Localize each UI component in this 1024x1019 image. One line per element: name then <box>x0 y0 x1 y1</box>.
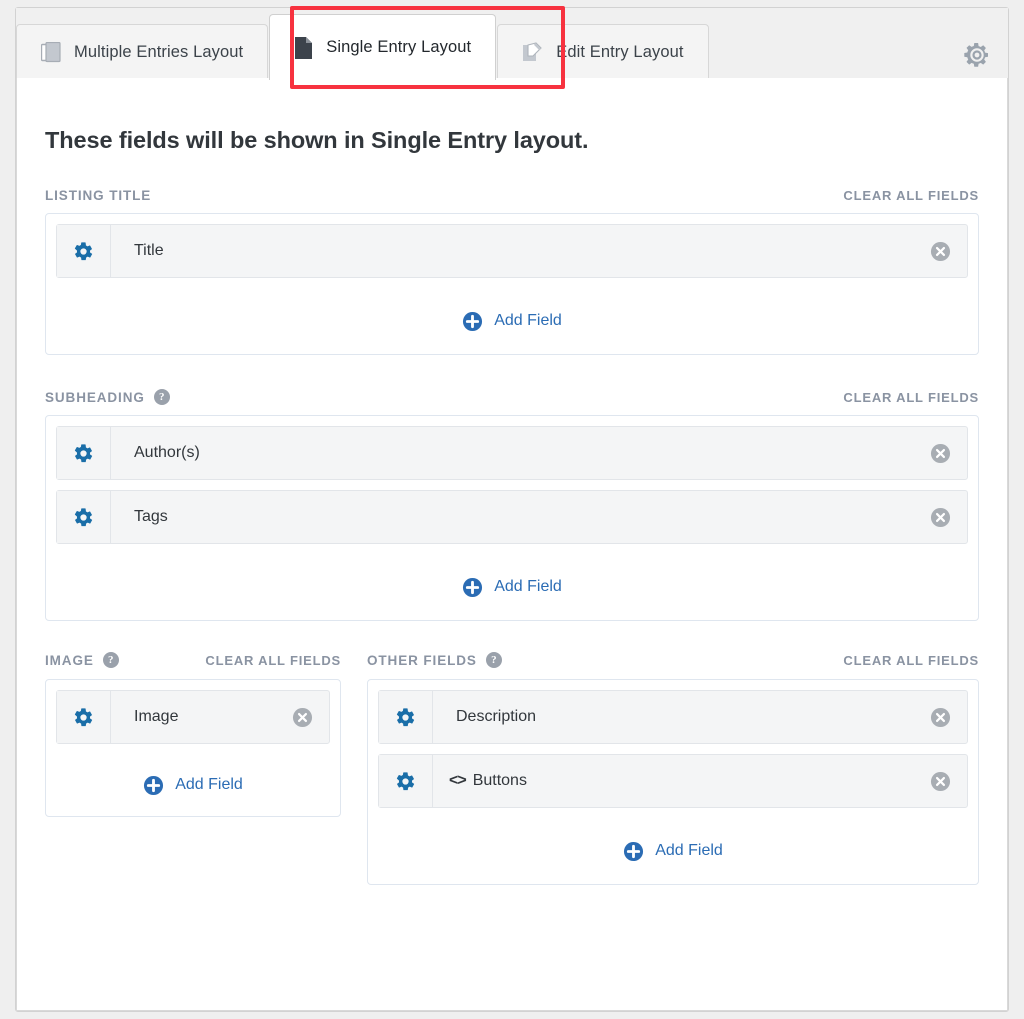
document-icon <box>294 36 313 60</box>
tab-label: Single Entry Layout <box>326 38 472 56</box>
add-field-label: Add Field <box>494 578 562 595</box>
plugin-layout-builder: Multiple Entries Layout Single Entry Lay… <box>0 0 1024 1019</box>
field-row[interactable]: Author(s) <box>56 426 968 480</box>
layout-fields-card: These fields will be shown in Single Ent… <box>16 78 1008 1011</box>
section-label: SUBHEADING <box>45 389 145 405</box>
field-settings-gear-icon[interactable] <box>57 225 111 277</box>
add-field-button[interactable]: Add Field <box>56 288 968 354</box>
edit-pencil-icon <box>522 41 543 64</box>
clear-all-fields-button[interactable]: CLEAR ALL FIELDS <box>843 653 979 668</box>
field-row[interactable]: Description <box>378 690 968 744</box>
remove-field-button[interactable] <box>275 691 329 743</box>
remove-field-button[interactable] <box>913 225 967 277</box>
section-label: LISTING TITLE <box>45 188 152 203</box>
settings-gear-icon[interactable] <box>964 42 990 68</box>
copy-pages-icon <box>41 41 61 64</box>
field-row[interactable]: Tags <box>56 490 968 544</box>
add-field-label: Add Field <box>494 312 562 329</box>
remove-field-button[interactable] <box>913 691 967 743</box>
field-name: Author(s) <box>111 427 913 479</box>
column-image: IMAGE ? CLEAR ALL FIELDS Image Add Field <box>45 651 341 885</box>
dropzone-listing-title[interactable]: Title Add Field <box>45 213 979 355</box>
dropzone-image[interactable]: Image Add Field <box>45 679 341 817</box>
field-code-marker: <> <box>449 772 467 789</box>
section-label: OTHER FIELDS <box>367 652 477 668</box>
plus-circle-icon <box>462 577 483 598</box>
tab-multiple-entries-layout[interactable]: Multiple Entries Layout <box>16 24 269 80</box>
page-title: These fields will be shown in Single Ent… <box>45 127 589 153</box>
tab-label: Edit Entry Layout <box>556 43 684 61</box>
section-header-other-fields: OTHER FIELDS ? CLEAR ALL FIELDS <box>367 651 979 669</box>
field-name: <> Buttons <box>433 755 913 807</box>
plus-circle-icon <box>143 775 164 796</box>
field-settings-gear-icon[interactable] <box>57 491 111 543</box>
section-header-image: IMAGE ? CLEAR ALL FIELDS <box>45 651 341 669</box>
field-name: Description <box>433 691 913 743</box>
field-settings-gear-icon[interactable] <box>379 755 433 807</box>
field-row[interactable]: <> Buttons <box>378 754 968 808</box>
field-settings-gear-icon[interactable] <box>57 691 111 743</box>
tab-label: Multiple Entries Layout <box>74 43 244 61</box>
add-field-label: Add Field <box>655 842 723 859</box>
field-label: Author(s) <box>134 444 200 461</box>
clear-all-fields-button[interactable]: CLEAR ALL FIELDS <box>205 653 341 668</box>
field-row[interactable]: Title <box>56 224 968 278</box>
clear-all-fields-button[interactable]: CLEAR ALL FIELDS <box>843 390 979 405</box>
field-row[interactable]: Image <box>56 690 330 744</box>
add-field-button[interactable]: Add Field <box>56 554 968 620</box>
help-icon[interactable]: ? <box>485 652 502 668</box>
add-field-button[interactable]: Add Field <box>56 754 330 816</box>
tab-edit-entry-layout[interactable]: Edit Entry Layout <box>497 24 709 80</box>
plus-circle-icon <box>462 311 483 332</box>
plus-circle-icon <box>623 841 644 862</box>
field-label: Buttons <box>472 772 527 789</box>
field-name: Image <box>111 691 275 743</box>
tab-single-entry-layout[interactable]: Single Entry Layout <box>269 14 497 80</box>
dropzone-subheading[interactable]: Author(s) Tags Add Field <box>45 415 979 621</box>
remove-field-button[interactable] <box>913 491 967 543</box>
field-name: Tags <box>111 491 913 543</box>
layout-tabs: Multiple Entries Layout Single Entry Lay… <box>16 8 1008 80</box>
remove-field-button[interactable] <box>913 427 967 479</box>
field-name: Title <box>111 225 913 277</box>
field-settings-gear-icon[interactable] <box>379 691 433 743</box>
field-label: Description <box>456 708 537 725</box>
field-settings-gear-icon[interactable] <box>57 427 111 479</box>
bottom-columns: IMAGE ? CLEAR ALL FIELDS Image Add Field… <box>45 651 979 885</box>
field-label: Title <box>134 242 164 259</box>
field-label: Image <box>134 708 179 725</box>
remove-field-button[interactable] <box>913 755 967 807</box>
column-other-fields: OTHER FIELDS ? CLEAR ALL FIELDS Descript… <box>367 651 979 885</box>
add-field-label: Add Field <box>175 776 243 793</box>
add-field-button[interactable]: Add Field <box>378 818 968 884</box>
clear-all-fields-button[interactable]: CLEAR ALL FIELDS <box>843 188 979 203</box>
section-label: IMAGE <box>45 652 94 668</box>
field-label: Tags <box>134 508 168 525</box>
help-icon[interactable]: ? <box>102 652 119 668</box>
section-header-subheading: SUBHEADING ? CLEAR ALL FIELDS <box>45 389 979 405</box>
section-header-listing-title: LISTING TITLE CLEAR ALL FIELDS <box>45 188 979 203</box>
dropzone-other-fields[interactable]: Description <> Buttons Add Field <box>367 679 979 885</box>
help-icon[interactable]: ? <box>153 389 170 405</box>
